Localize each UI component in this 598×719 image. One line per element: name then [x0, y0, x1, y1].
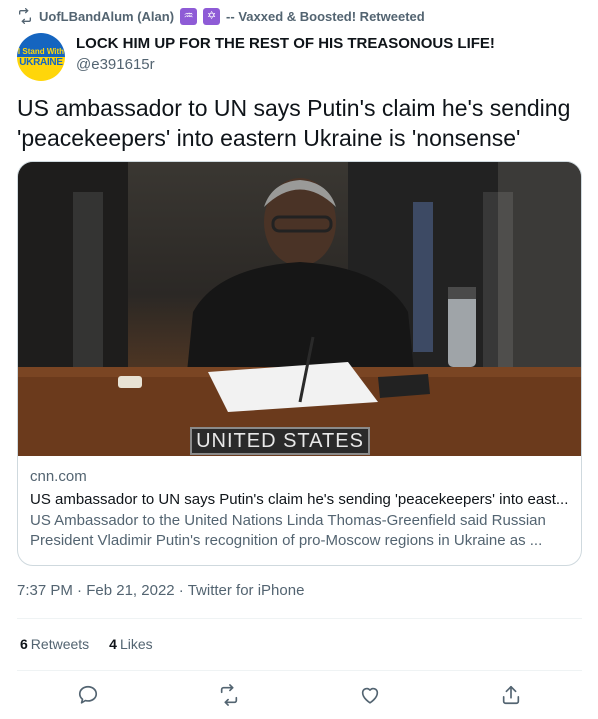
nameplate: UNITED STATES: [190, 427, 370, 455]
retweet-header: UofLBandAlum (Alan) ♒ ✡ -- Vaxxed & Boos…: [17, 6, 425, 26]
card-meta: cnn.com US ambassador to UN says Putin's…: [18, 456, 581, 551]
meta-separator: ·: [72, 582, 87, 599]
likes-label: Likes: [119, 636, 153, 652]
retweets-count: 6: [20, 636, 28, 652]
retweets-label: Retweets: [30, 636, 90, 652]
like-icon: [361, 687, 379, 704]
retweets-stat[interactable]: 6 Retweets: [20, 636, 89, 652]
retweet-button[interactable]: [218, 684, 242, 708]
link-card[interactable]: UNITED STATES cnn.com US ambassador to U…: [17, 161, 582, 566]
avatar-text-line2: UKRAINE: [19, 57, 63, 68]
star-of-david-emoji-icon: ✡: [203, 7, 221, 25]
like-button[interactable]: [359, 684, 383, 708]
tweet-date[interactable]: Feb 21, 2022: [86, 582, 174, 599]
share-icon: [502, 685, 520, 705]
card-domain: cnn.com: [30, 468, 87, 485]
tweet-text: US ambassador to UN says Putin's claim h…: [17, 95, 571, 151]
retweeter-name[interactable]: UofLBandAlum (Alan): [39, 9, 174, 24]
card-image: UNITED STATES: [18, 162, 581, 456]
retweet-icon: [220, 684, 238, 706]
aquarius-emoji-icon: ♒: [180, 7, 198, 25]
author-display-name[interactable]: LOCK HIM UP FOR THE REST OF HIS TREASONO…: [76, 35, 495, 52]
action-bar: [17, 681, 582, 711]
likes-stat[interactable]: 4 Likes: [109, 636, 152, 652]
share-button[interactable]: [500, 684, 524, 708]
tweet-meta: 7:37 PM · Feb 21, 2022 · Twitter for iPh…: [17, 582, 304, 599]
author-handle[interactable]: @e391615r: [76, 56, 495, 73]
tweet-source: Twitter for iPhone: [187, 582, 305, 599]
author-info: LOCK HIM UP FOR THE REST OF HIS TREASONO…: [76, 35, 495, 73]
tweet-stats: 6 Retweets 4 Likes: [20, 636, 153, 652]
author-avatar[interactable]: I Stand With UKRAINE: [17, 33, 65, 81]
reply-icon: [78, 685, 98, 704]
divider: [17, 618, 582, 619]
tweet-time[interactable]: 7:37 PM: [17, 582, 73, 599]
card-photo-illustration: [18, 162, 581, 456]
avatar-text-line1: I Stand With: [17, 47, 65, 56]
reply-button[interactable]: [77, 684, 101, 708]
card-title: US ambassador to UN says Putin's claim h…: [30, 491, 569, 508]
divider: [17, 670, 582, 671]
retweeter-suffix: -- Vaxxed & Boosted! Retweeted: [226, 8, 425, 24]
card-description: US Ambassador to the United Nations Lind…: [30, 512, 546, 549]
retweet-icon: [17, 8, 33, 24]
meta-separator: ·: [174, 582, 188, 599]
likes-count: 4: [109, 636, 117, 652]
